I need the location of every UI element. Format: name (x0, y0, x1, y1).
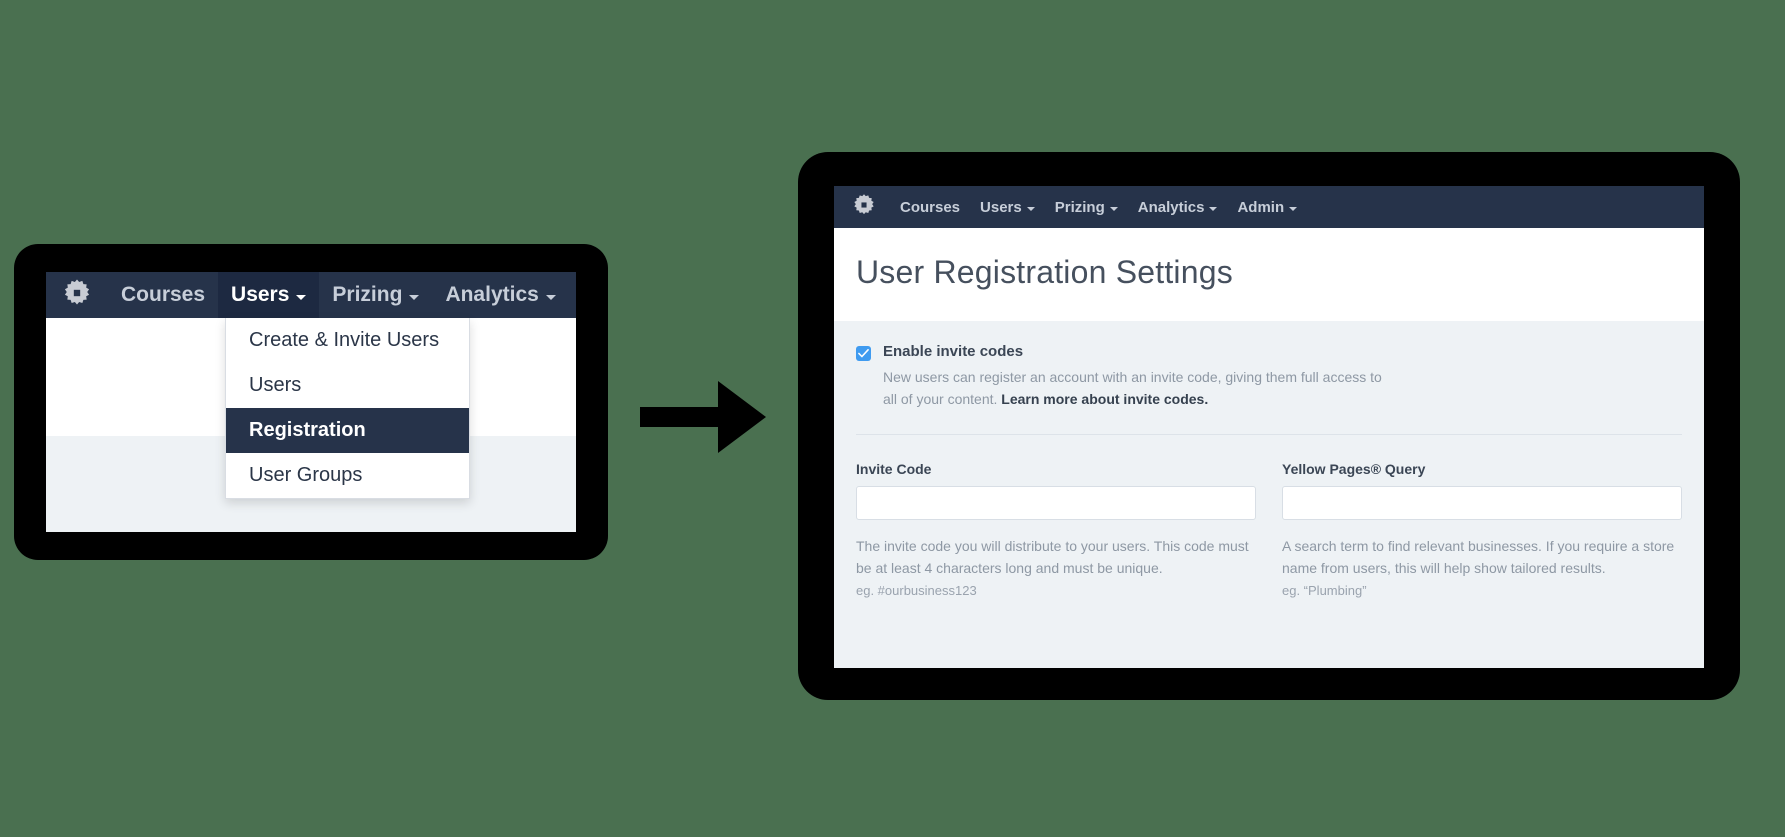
right-navbar: Courses Users Prizing Analytics Admin (834, 186, 1704, 228)
arrow-right-icon (640, 375, 768, 459)
dropdown-item-registration[interactable]: Registration (226, 408, 469, 453)
chevron-down-icon (409, 294, 420, 300)
yellow-pages-query-field-group: Yellow Pages® Query A search term to fin… (1282, 461, 1682, 598)
nav-item-admin[interactable]: Admin (1227, 186, 1307, 228)
enable-invite-codes-setting: Enable invite codes New users can regist… (856, 343, 1682, 410)
nav-item-courses[interactable]: Courses (890, 186, 970, 228)
settings-content: Enable invite codes New users can regist… (834, 321, 1704, 668)
nav-item-users[interactable]: Users (970, 186, 1045, 228)
chevron-down-icon (1109, 207, 1118, 211)
enable-invite-codes-checkbox[interactable] (856, 346, 871, 361)
nav-item-users[interactable]: Users (218, 272, 320, 318)
nav-item-analytics[interactable]: Analytics (1128, 186, 1228, 228)
enable-invite-codes-label: Enable invite codes (883, 343, 1024, 360)
nav-item-label: Analytics (1137, 198, 1205, 216)
invite-code-input[interactable] (856, 486, 1256, 521)
nav-item-label: Prizing (332, 283, 403, 306)
nav-item-label: Prizing (1054, 198, 1105, 216)
left-screen-body: Create & Invite Users Users Registration… (46, 318, 576, 532)
left-device-frame: Courses Users Prizing Analytics Create &… (14, 244, 608, 560)
fields-row: Invite Code The invite code you will dis… (856, 461, 1682, 598)
nav-item-label: Admin (1237, 198, 1285, 216)
left-screen: Courses Users Prizing Analytics Create &… (46, 272, 576, 532)
dropdown-item-user-groups[interactable]: User Groups (226, 453, 469, 498)
left-navbar: Courses Users Prizing Analytics (46, 272, 576, 318)
nav-item-label: Courses (900, 198, 961, 216)
invite-code-example: eg. #ourbusiness123 (856, 582, 977, 598)
yellow-pages-query-example: eg. “Plumbing” (1282, 582, 1367, 598)
invite-code-field-group: Invite Code The invite code you will dis… (856, 461, 1256, 598)
nav-item-label: Users (980, 198, 1022, 216)
learn-more-link[interactable]: Learn more about invite codes. (1001, 391, 1208, 407)
nav-item-label: Users (231, 283, 290, 306)
nav-item-label: Analytics (445, 283, 539, 306)
page-header: User Registration Settings (834, 228, 1704, 321)
invite-code-label: Invite Code (856, 461, 932, 478)
yellow-pages-query-help: A search term to find relevant businesse… (1282, 538, 1675, 577)
right-screen: Courses Users Prizing Analytics Admin Us… (834, 186, 1704, 668)
yellow-pages-query-label: Yellow Pages® Query (1282, 461, 1426, 478)
gear-icon[interactable] (852, 193, 876, 222)
section-divider (856, 434, 1682, 436)
chevron-down-icon (545, 294, 556, 300)
chevron-down-icon (1289, 207, 1298, 211)
nav-item-prizing[interactable]: Prizing (319, 272, 432, 318)
chevron-down-icon (296, 294, 307, 300)
nav-item-analytics[interactable]: Analytics (432, 272, 568, 318)
dropdown-item-label: User Groups (249, 464, 363, 486)
dropdown-item-label: Create & Invite Users (249, 329, 440, 351)
enable-invite-codes-text: Enable invite codes New users can regist… (883, 343, 1388, 410)
page-title: User Registration Settings (856, 254, 1233, 290)
dropdown-item-users[interactable]: Users (226, 363, 469, 408)
invite-code-help: The invite code you will distribute to y… (856, 538, 1249, 577)
nav-item-prizing[interactable]: Prizing (1045, 186, 1128, 228)
enable-invite-codes-description: New users can register an account with a… (883, 367, 1388, 410)
check-icon (858, 349, 869, 358)
chevron-down-icon (1026, 207, 1035, 211)
dropdown-item-label: Registration (249, 419, 366, 441)
dropdown-item-label: Users (249, 374, 302, 396)
dropdown-item-create-invite-users[interactable]: Create & Invite Users (226, 318, 469, 363)
gear-icon[interactable] (62, 278, 92, 313)
yellow-pages-query-input[interactable] (1282, 486, 1682, 521)
nav-item-label: Courses (121, 283, 206, 306)
right-device-frame: Courses Users Prizing Analytics Admin Us… (798, 152, 1740, 700)
nav-item-courses[interactable]: Courses (108, 272, 218, 318)
chevron-down-icon (1209, 207, 1218, 211)
users-dropdown-menu: Create & Invite Users Users Registration… (225, 318, 470, 499)
